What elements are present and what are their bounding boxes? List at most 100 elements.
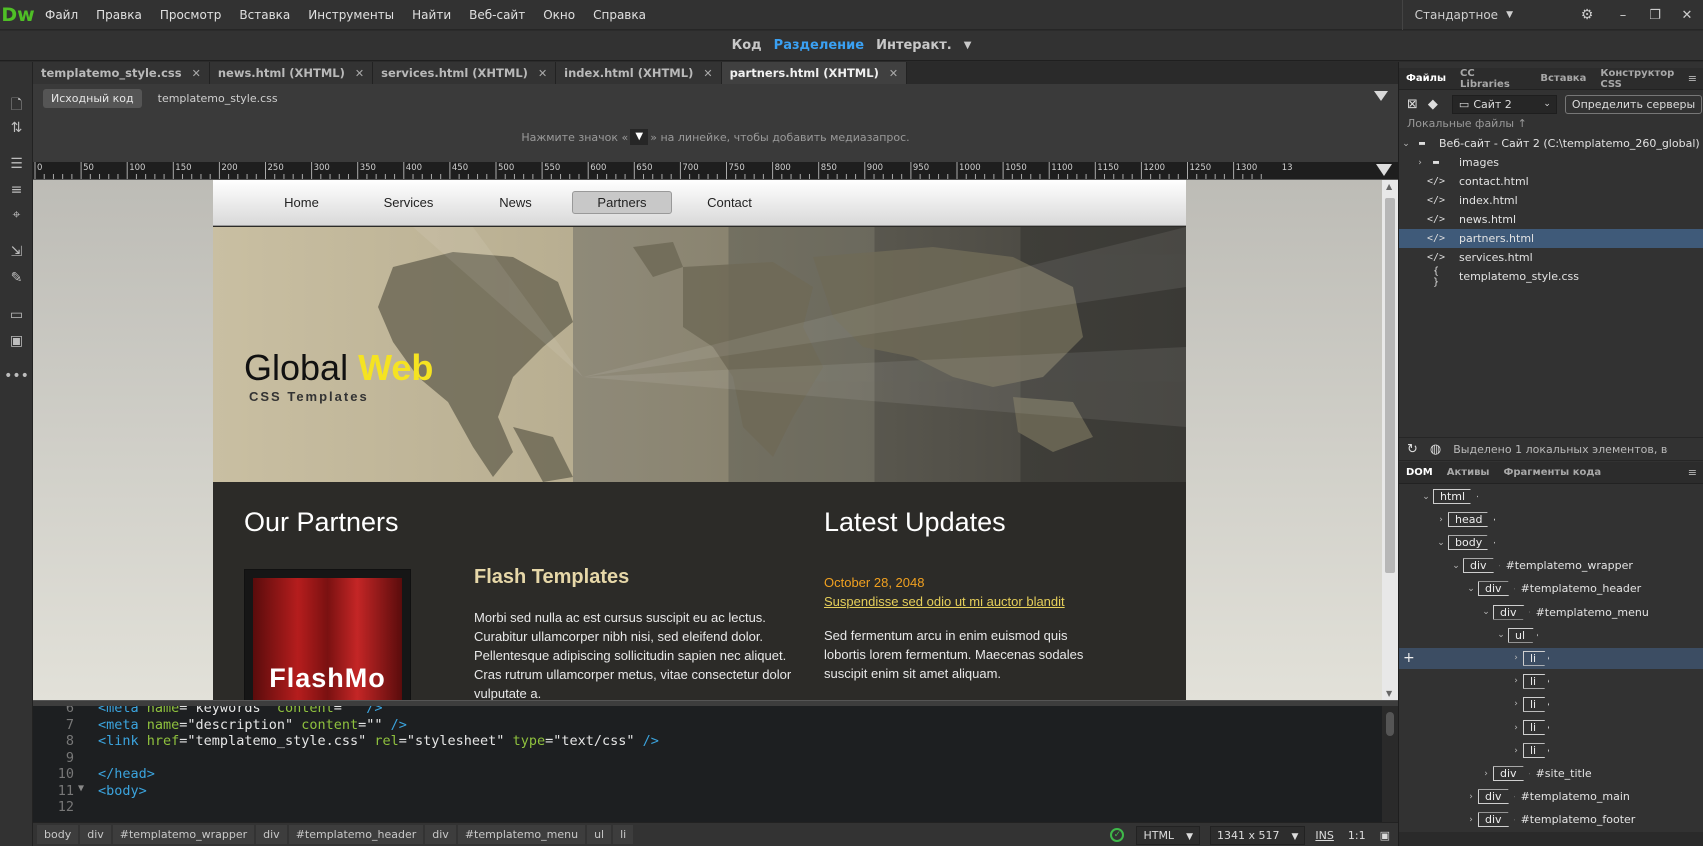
panel-tab[interactable]: CC Libraries bbox=[1453, 68, 1533, 90]
doc-tab[interactable]: news.html (XHTML) ✕ bbox=[209, 62, 374, 84]
dom-tag[interactable]: body bbox=[1448, 535, 1496, 551]
panel-tab[interactable]: Фрагменты кода bbox=[1496, 467, 1608, 478]
dom-node[interactable]: › li bbox=[1399, 694, 1703, 715]
panel-tab[interactable]: DOM bbox=[1399, 467, 1440, 478]
code-scrollbar[interactable] bbox=[1382, 706, 1398, 822]
refresh-icon[interactable]: ↻ bbox=[1407, 442, 1418, 457]
chevron-right-icon[interactable]: › bbox=[1464, 792, 1478, 802]
code-line[interactable]: 11 ▼ <body> bbox=[33, 783, 1373, 801]
site-nav-link[interactable]: Partners bbox=[572, 191, 672, 214]
dom-tag[interactable]: div bbox=[1493, 604, 1530, 620]
code-scroll-thumb[interactable] bbox=[1386, 712, 1394, 736]
dom-tag[interactable]: head bbox=[1448, 512, 1496, 528]
tag-crumb[interactable]: li bbox=[613, 825, 634, 844]
related-css-tab[interactable]: templatemo_style.css bbox=[158, 92, 278, 105]
dom-tag[interactable]: li bbox=[1523, 743, 1550, 759]
file-management-icon[interactable]: ⇅ bbox=[0, 120, 33, 136]
chevron-right-icon[interactable]: › bbox=[1509, 746, 1523, 756]
tag-crumb[interactable]: #templatemo_menu bbox=[457, 825, 586, 844]
chevron-right-icon[interactable]: › bbox=[1464, 815, 1478, 825]
dom-node[interactable]: ⌄ html bbox=[1399, 486, 1703, 507]
wrap-tag-icon[interactable]: ✎ bbox=[0, 270, 33, 286]
minimize-button[interactable]: – bbox=[1607, 8, 1639, 23]
code-line[interactable]: 8 <link href="templatemo_style.css" rel="… bbox=[33, 733, 1373, 751]
site-nav-link[interactable]: Contact bbox=[676, 195, 783, 210]
chevron-right-icon[interactable]: › bbox=[1509, 653, 1523, 663]
dom-node[interactable]: + › li bbox=[1399, 647, 1703, 669]
expand-icon[interactable]: ⇲ bbox=[0, 244, 33, 260]
code-view-button[interactable]: Код bbox=[726, 38, 768, 53]
chevron-right-icon[interactable]: › bbox=[1434, 515, 1448, 525]
panel-menu-icon[interactable]: ≡ bbox=[1688, 72, 1697, 85]
connect-icon[interactable]: ⊠ bbox=[1407, 97, 1418, 112]
tag-crumb[interactable]: div bbox=[256, 825, 287, 844]
menu-item[interactable]: Найти bbox=[403, 8, 460, 22]
code-line[interactable]: 7 <meta name="description" content="" /> bbox=[33, 717, 1373, 735]
insert-mode[interactable]: INS bbox=[1315, 829, 1333, 842]
dom-node[interactable]: › head bbox=[1399, 509, 1703, 530]
chevron-right-icon[interactable]: › bbox=[1413, 158, 1427, 168]
panel-menu-icon[interactable]: ≡ bbox=[1688, 466, 1697, 479]
window-size-select[interactable]: 1341 x 517 ▼ bbox=[1210, 825, 1306, 845]
tag-crumb[interactable]: #templatemo_header bbox=[288, 825, 424, 844]
menu-item[interactable]: Справка bbox=[584, 8, 655, 22]
close-icon[interactable]: ✕ bbox=[538, 67, 547, 80]
dom-tag[interactable]: li bbox=[1523, 650, 1550, 666]
chevron-down-icon[interactable]: ⌄ bbox=[1449, 561, 1463, 571]
tag-crumb[interactable]: ul bbox=[587, 825, 612, 844]
chevron-right-icon[interactable]: › bbox=[1479, 769, 1493, 779]
file-row[interactable]: </> services.html bbox=[1399, 248, 1703, 267]
site-select[interactable]: ▭ Сайт 2 ⌄ bbox=[1451, 94, 1557, 114]
ruler[interactable]: 0 50 100 150 200 250 300 350 400 450 500 550 600 650 7… bbox=[33, 162, 1398, 180]
filter-icon[interactable] bbox=[1374, 91, 1388, 101]
doc-tab[interactable]: templatemo_style.css ✕ bbox=[33, 62, 210, 84]
doc-tab[interactable]: partners.html (XHTML) ✕ bbox=[721, 62, 908, 84]
source-code-tab[interactable]: Исходный код bbox=[43, 88, 142, 108]
file-row[interactable]: </> contact.html bbox=[1399, 172, 1703, 191]
file-row[interactable]: </> index.html bbox=[1399, 191, 1703, 210]
globe-icon[interactable]: ◍ bbox=[1430, 442, 1441, 457]
tag-crumb[interactable]: div bbox=[80, 825, 111, 844]
format-source-icon[interactable]: ≡ bbox=[0, 182, 33, 198]
menu-item[interactable]: Инструменты bbox=[299, 8, 403, 22]
more-options-icon[interactable]: ••• bbox=[0, 368, 33, 384]
dom-scrollbar[interactable] bbox=[1399, 832, 1703, 846]
live-view-scrollbar[interactable]: ▲ ▼ bbox=[1382, 180, 1398, 700]
dom-tag[interactable]: li bbox=[1523, 673, 1550, 689]
doc-tab[interactable]: index.html (XHTML) ✕ bbox=[556, 62, 722, 84]
dom-node[interactable]: › div #templatemo_main bbox=[1399, 786, 1703, 807]
code-line[interactable]: 9 bbox=[33, 750, 1373, 768]
menu-item[interactable]: Вставка bbox=[230, 8, 299, 22]
doc-type-select[interactable]: HTML ▼ bbox=[1136, 825, 1200, 845]
tag-crumb[interactable]: body bbox=[37, 825, 79, 844]
preview-icon[interactable]: ▣ bbox=[0, 333, 33, 349]
open-document-icon[interactable]: 🗋 bbox=[0, 94, 33, 118]
dom-node[interactable]: ⌄ ul bbox=[1399, 625, 1703, 646]
tag-crumb[interactable]: div bbox=[425, 825, 456, 844]
chevron-down-icon[interactable]: ⌄ bbox=[1494, 630, 1508, 640]
site-nav-link[interactable]: Services bbox=[355, 195, 462, 210]
dom-node[interactable]: ⌄ div #templatemo_menu bbox=[1399, 602, 1703, 623]
scroll-thumb[interactable] bbox=[1385, 198, 1395, 573]
panel-tab[interactable]: Файлы bbox=[1399, 73, 1453, 84]
live-view[interactable]: Home Services News Partners Contact Glob… bbox=[33, 180, 1398, 700]
arrow-up-icon[interactable]: ↑ bbox=[1518, 117, 1527, 130]
live-code-icon[interactable]: ☰ bbox=[0, 156, 33, 172]
dom-node[interactable]: ⌄ body bbox=[1399, 532, 1703, 553]
panel-tab[interactable]: Активы bbox=[1440, 467, 1497, 478]
chevron-down-icon[interactable]: ⌄ bbox=[1434, 538, 1448, 548]
inspect-icon[interactable]: ⌖ bbox=[0, 207, 33, 223]
chevron-right-icon[interactable]: › bbox=[1509, 676, 1523, 686]
live-view-button[interactable]: Интеракт. bbox=[870, 38, 958, 53]
chevron-down-icon[interactable]: ▼ bbox=[958, 40, 978, 51]
file-row[interactable]: { } templatemo_style.css bbox=[1399, 266, 1703, 288]
panel-tab[interactable]: Конструктор CSS bbox=[1593, 68, 1703, 90]
dom-node[interactable]: › li bbox=[1399, 717, 1703, 738]
preview-screen-icon[interactable]: ▣ bbox=[1380, 829, 1390, 842]
tag-crumb[interactable]: #templatemo_wrapper bbox=[112, 825, 255, 844]
fold-arrow-icon[interactable]: ▼ bbox=[78, 783, 92, 801]
site-root-row[interactable]: ⌄ ▬ Веб-сайт - Сайт 2 (C:\templatemo_260… bbox=[1399, 134, 1703, 153]
chevron-down-icon[interactable]: ⌄ bbox=[1419, 492, 1433, 502]
dom-tag[interactable]: div bbox=[1463, 558, 1500, 574]
dom-tag[interactable]: ul bbox=[1508, 627, 1539, 643]
